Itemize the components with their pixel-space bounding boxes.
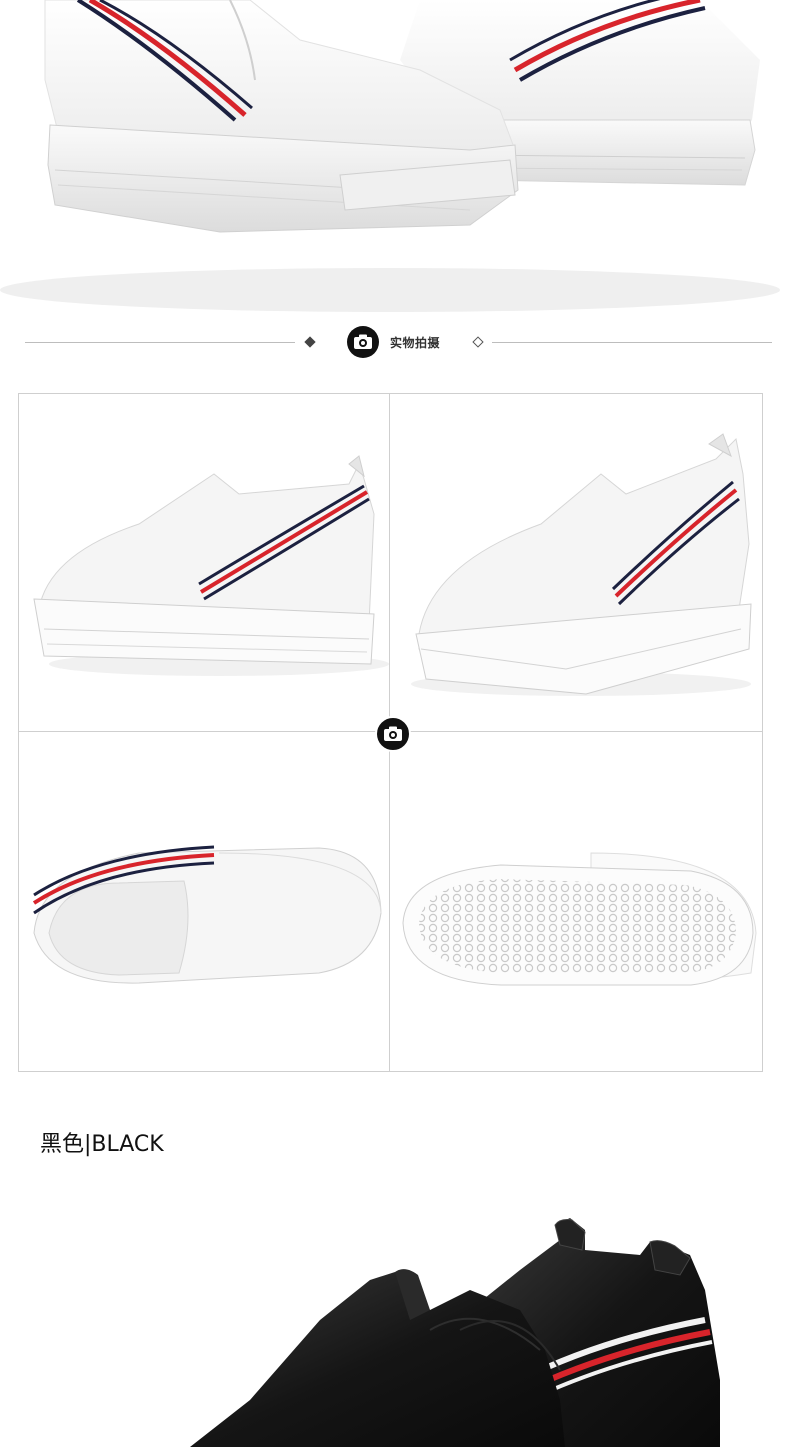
black-shoes-photo <box>0 1180 790 1447</box>
camera-icon <box>375 716 411 752</box>
camera-icon <box>347 326 379 358</box>
photo-side-view-right <box>391 394 762 732</box>
photo-top-view <box>19 733 390 1071</box>
white-shoes-closeup-image <box>0 0 780 312</box>
black-shoes-image <box>190 1218 720 1447</box>
divider-line-right <box>492 342 772 343</box>
divider-line-left <box>25 342 295 343</box>
hero-product-photo <box>0 0 790 318</box>
color-variant-label: 黑色|BLACK <box>40 1132 164 1157</box>
section-divider: 实物拍摄 <box>0 318 790 368</box>
photo-sole-view <box>391 733 762 1071</box>
diamond-filled-icon <box>304 336 316 348</box>
section-title: 实物拍摄 <box>390 336 441 350</box>
photo-side-view-left <box>19 394 390 732</box>
diamond-outline-icon <box>472 336 484 348</box>
product-photo-grid <box>18 393 763 1072</box>
